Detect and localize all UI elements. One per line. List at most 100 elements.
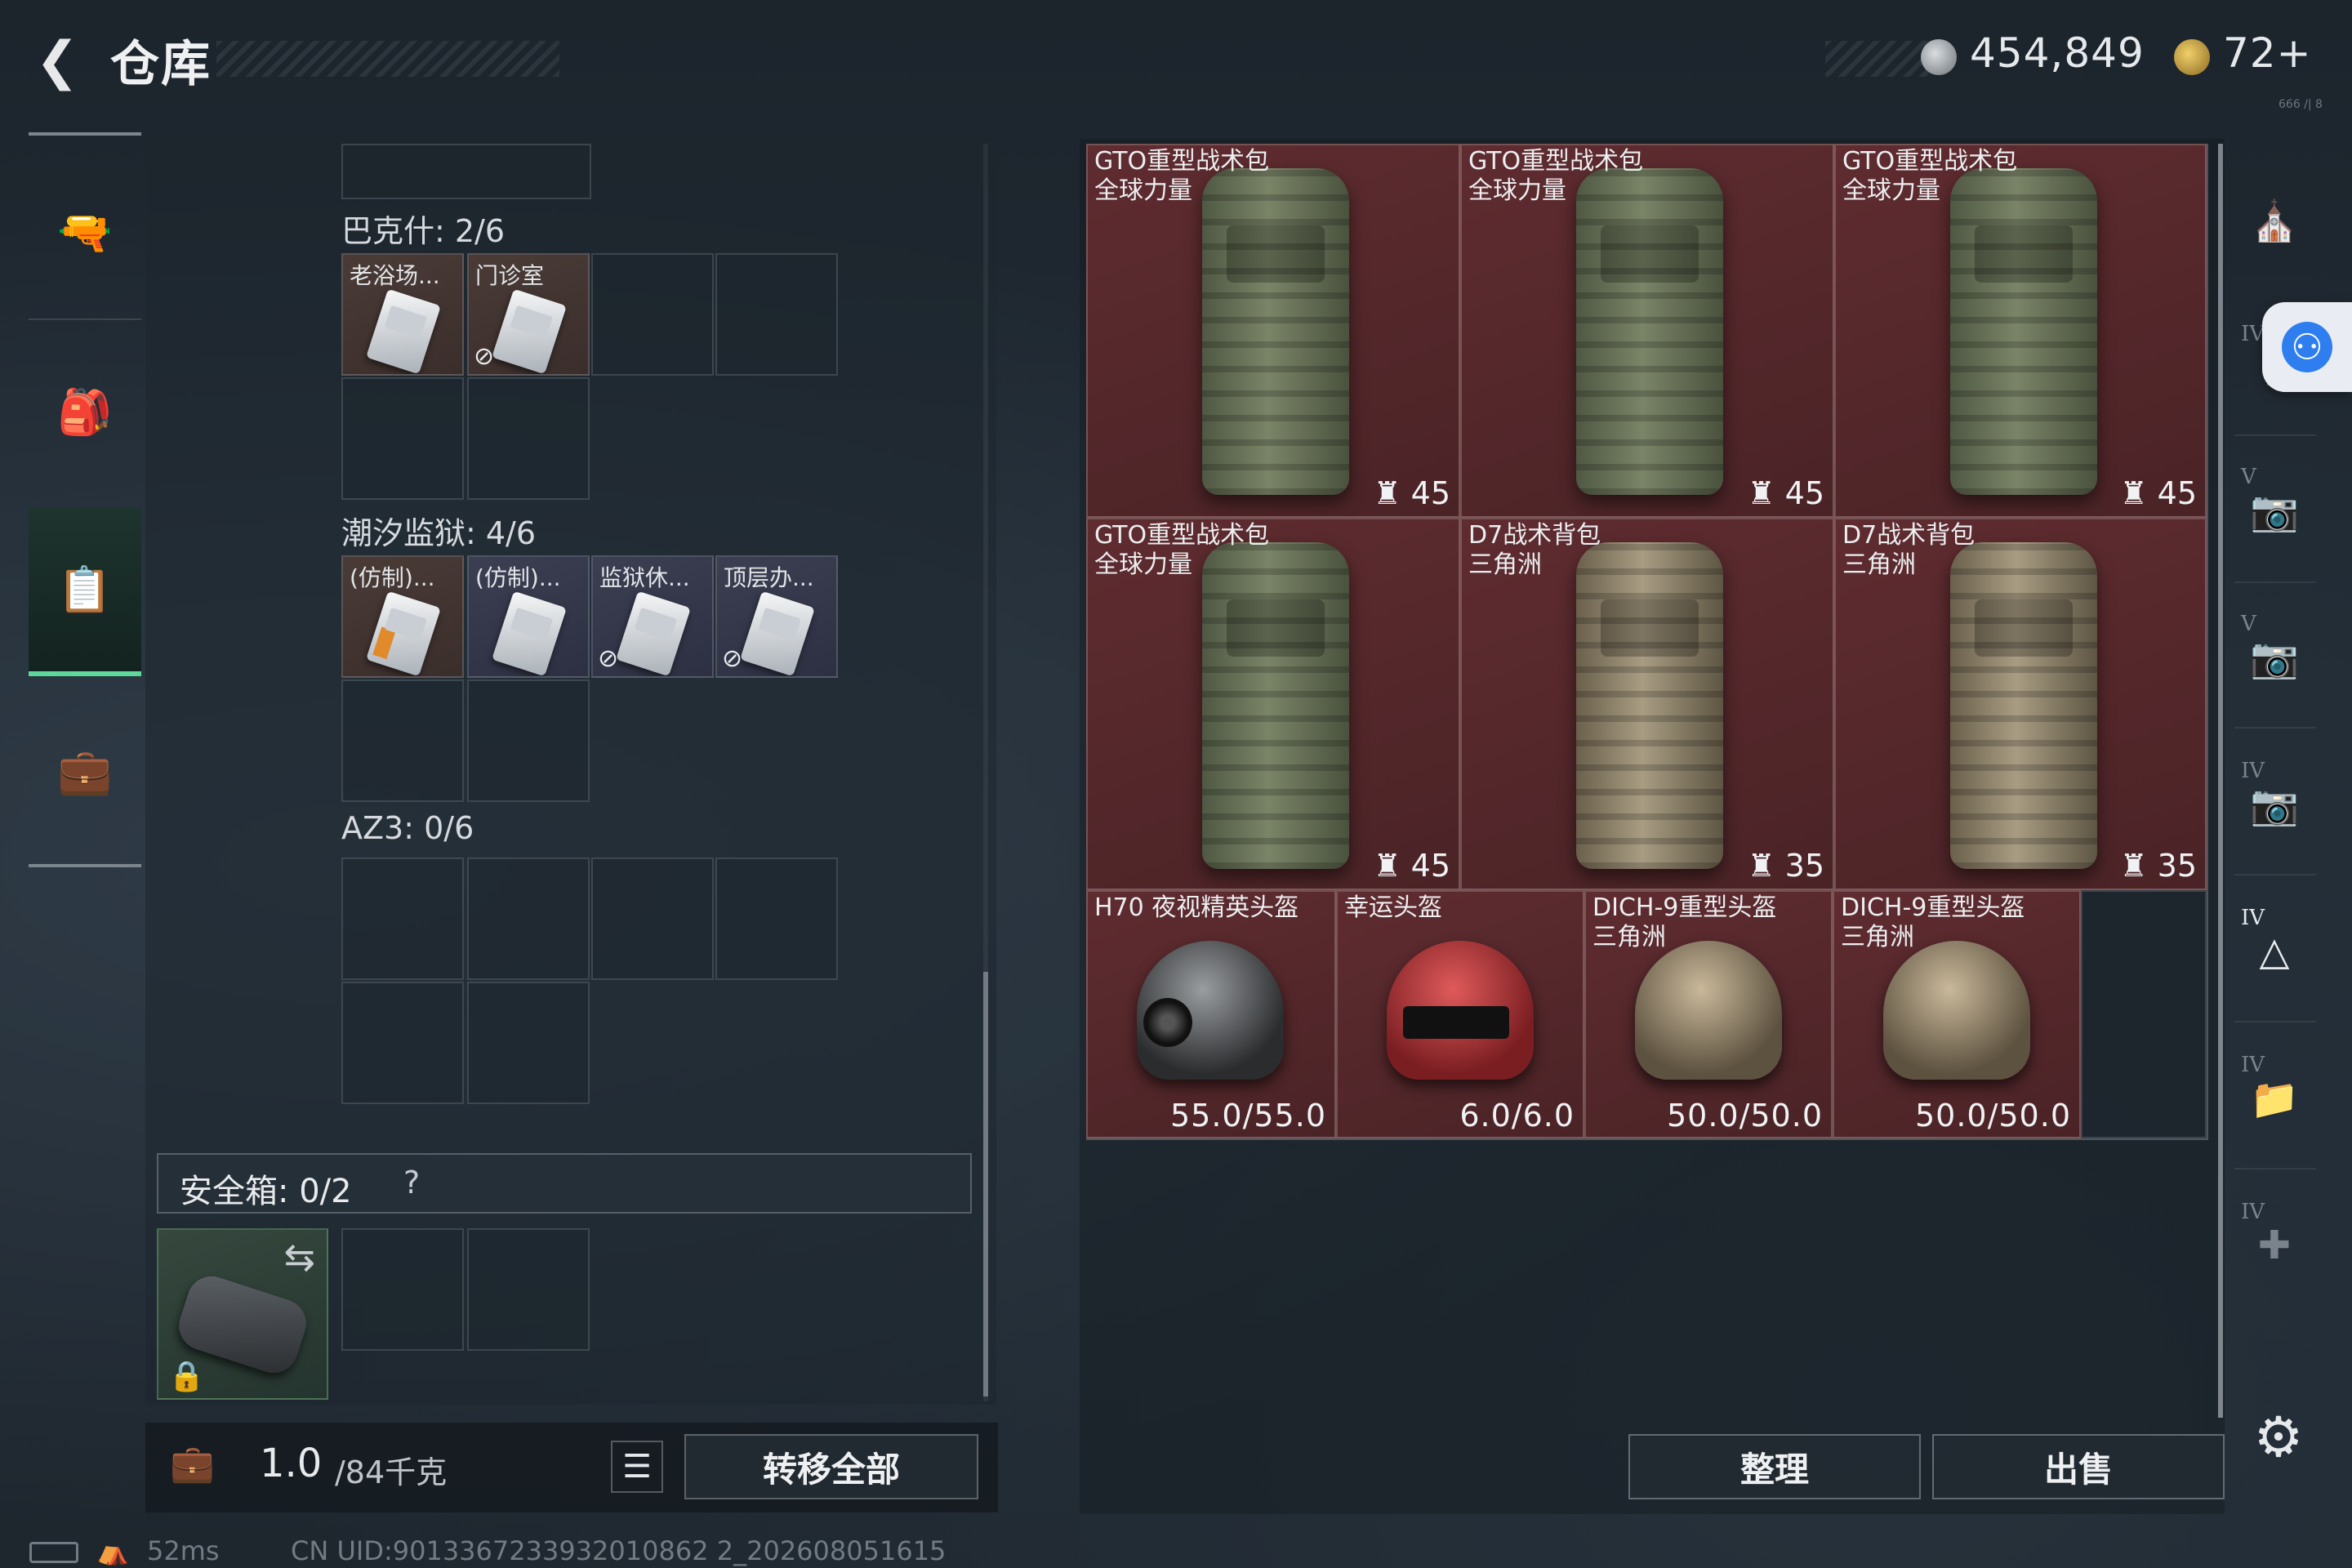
grid-cell[interactable] xyxy=(715,253,838,376)
right-scrollbar[interactable] xyxy=(2218,144,2223,1418)
container-label-bakhsh: 巴克什: 2/6 xyxy=(341,213,506,249)
container-label-tidal-prison: 潮汐监狱: 4/6 xyxy=(341,515,537,551)
keycard-icon xyxy=(616,590,691,676)
warehouse-item[interactable]: DICH-9重型头盔 三角洲 50.0/50.0 xyxy=(1584,890,1833,1138)
keycard-item[interactable]: (仿制)... xyxy=(341,555,464,678)
filter-divider xyxy=(2234,727,2316,728)
safe-box-header: 安全箱: 0/2 ? xyxy=(157,1153,972,1214)
rail-equipment[interactable]: 🎒 xyxy=(29,335,141,490)
accessibility-button[interactable]: ⚇ xyxy=(2262,302,2352,392)
grid-cell[interactable] xyxy=(715,858,838,980)
filter-medical[interactable]: IV ✚ xyxy=(2241,1196,2308,1294)
back-button[interactable]: ❮ xyxy=(24,29,90,94)
filter-keycard-4[interactable]: IV 📷 xyxy=(2241,755,2308,853)
wifi-icon: ⛺ xyxy=(96,1535,129,1566)
warehouse-item[interactable]: GTO重型战术包 全球力量 ♜ 45 xyxy=(1834,144,2207,518)
grid-cell[interactable] xyxy=(467,377,590,500)
medical-filter-icon: ✚ xyxy=(2257,1223,2292,1268)
filter-divider xyxy=(2234,1168,2316,1169)
durability-value: 50.0/50.0 xyxy=(1666,1098,1823,1134)
left-scrollbar-thumb[interactable] xyxy=(983,972,988,1396)
settings-button[interactable]: ⚙ xyxy=(2246,1405,2311,1470)
lock-icon: 🔒 xyxy=(168,1360,205,1393)
durability-value: 6.0/6.0 xyxy=(1459,1098,1575,1134)
warehouse-item[interactable]: D7战术背包 三角洲 ♜ 35 xyxy=(1834,518,2207,890)
helmet-image xyxy=(1635,941,1782,1080)
backpack-image xyxy=(1202,168,1349,495)
sell-button[interactable]: 出售 xyxy=(1932,1434,2225,1499)
weight-capacity: /84千克 xyxy=(335,1454,448,1490)
safe-box-item[interactable]: ⇆ 🔒 xyxy=(157,1228,328,1400)
rail-weapons[interactable]: 🔫 xyxy=(29,155,141,310)
sort-button[interactable]: 整理 xyxy=(1628,1434,1921,1499)
grid-cell[interactable] xyxy=(591,858,714,980)
keycard-filter-icon: 📷 xyxy=(2250,635,2299,681)
warehouse-item[interactable]: 幸运头盔 6.0/6.0 xyxy=(1336,890,1584,1138)
capacity-value: ♜ 45 xyxy=(1373,475,1450,511)
filter-helmet[interactable]: ⛪ xyxy=(2241,172,2308,270)
capacity-value: ♜ 45 xyxy=(1747,475,1824,511)
backpack-image xyxy=(1576,542,1723,869)
grid-cell[interactable] xyxy=(341,858,464,980)
keycard-icon xyxy=(366,590,441,676)
keycard-item[interactable]: 顶层办... ⊘ xyxy=(715,555,838,678)
rail-supplies[interactable]: 💼 xyxy=(29,694,141,849)
filter-divider xyxy=(2234,434,2316,436)
grid-cell[interactable] xyxy=(467,858,590,980)
grid-cell[interactable] xyxy=(467,679,590,802)
warehouse-item[interactable]: GTO重型战术包 全球力量 ♜ 45 xyxy=(1460,144,1834,518)
rail-divider xyxy=(29,318,141,320)
keycard-item[interactable]: 老浴场... xyxy=(341,253,464,376)
capacity-value: ♜ 35 xyxy=(1747,848,1824,884)
weight-icon: 💼 xyxy=(170,1443,215,1485)
keycard-icon xyxy=(492,590,567,676)
list-icon: ☰ xyxy=(622,1448,652,1486)
grid-cell[interactable] xyxy=(341,982,464,1104)
filter-keycard-5a[interactable]: V 📷 xyxy=(2241,461,2308,559)
grid-cell[interactable] xyxy=(467,982,590,1104)
warehouse-item[interactable]: DICH-9重型头盔 三角洲 50.0/50.0 xyxy=(1833,890,2081,1138)
filter-triangle-keycard[interactable]: IV △ xyxy=(2241,902,2308,1000)
filter-folder[interactable]: IV 📁 xyxy=(2241,1049,2308,1147)
warehouse-item[interactable]: GTO重型战术包 全球力量 ♜ 45 xyxy=(1086,144,1460,518)
transfer-all-button[interactable]: 转移全部 xyxy=(684,1434,978,1499)
filter-keycard-5b[interactable]: V 📷 xyxy=(2241,608,2308,706)
silver-coin-icon xyxy=(1921,39,1957,75)
keycard-item[interactable]: 门诊室 ⊘ xyxy=(467,253,590,376)
warehouse-item[interactable]: GTO重型战术包 全球力量 ♜ 45 xyxy=(1086,518,1460,890)
capacity-value: ♜ 45 xyxy=(2119,475,2197,511)
grid-cell[interactable] xyxy=(2081,890,2207,1138)
chevron-left-icon: ❮ xyxy=(35,31,79,91)
weight-bar: 💼 1.0 /84千克 ☰ 转移全部 xyxy=(145,1423,998,1512)
gear-icon: ⚙ xyxy=(2253,1405,2304,1470)
item-name: H70 夜视精英头盔 xyxy=(1094,893,1299,922)
grid-cell[interactable] xyxy=(467,1228,590,1351)
warehouse-item[interactable]: H70 夜视精英头盔 55.0/55.0 xyxy=(1086,890,1336,1138)
grid-cell[interactable] xyxy=(341,679,464,802)
currency-decoration xyxy=(1825,41,1931,77)
keycard-item[interactable]: (仿制)... xyxy=(467,555,590,678)
clipboard-icon: 📋 xyxy=(57,564,113,615)
gold-coin-icon xyxy=(2174,39,2210,75)
capacity-value: ♜ 45 xyxy=(1373,848,1450,884)
grid-cell[interactable] xyxy=(591,253,714,376)
list-view-button[interactable]: ☰ xyxy=(611,1441,663,1493)
backpack-image xyxy=(1202,542,1349,869)
warehouse-item[interactable]: D7战术背包 三角洲 ♜ 35 xyxy=(1460,518,1834,890)
gold-currency-button[interactable]: 72+ xyxy=(2223,29,2312,77)
item-name: D7战术背包 三角洲 xyxy=(1468,521,1601,579)
version-text: 666 /| 8 xyxy=(2278,98,2323,111)
helmet-filter-icon: ⛪ xyxy=(2250,198,2299,244)
keycard-icon xyxy=(366,288,441,374)
rail-containers[interactable]: 📋 xyxy=(29,508,141,676)
item-name: DICH-9重型头盔 三角洲 xyxy=(1592,893,1777,951)
help-button[interactable]: ? xyxy=(403,1165,420,1200)
no-copy-icon: ⊘ xyxy=(598,644,619,673)
grid-cell[interactable] xyxy=(341,144,591,199)
grid-cell[interactable] xyxy=(341,1228,464,1351)
grid-cell[interactable] xyxy=(341,377,464,500)
swap-icon[interactable]: ⇆ xyxy=(283,1235,315,1279)
keycard-item[interactable]: 监狱休... ⊘ xyxy=(591,555,714,678)
capacity-value: ♜ 35 xyxy=(2119,848,2197,884)
item-name: DICH-9重型头盔 三角洲 xyxy=(1841,893,2025,951)
